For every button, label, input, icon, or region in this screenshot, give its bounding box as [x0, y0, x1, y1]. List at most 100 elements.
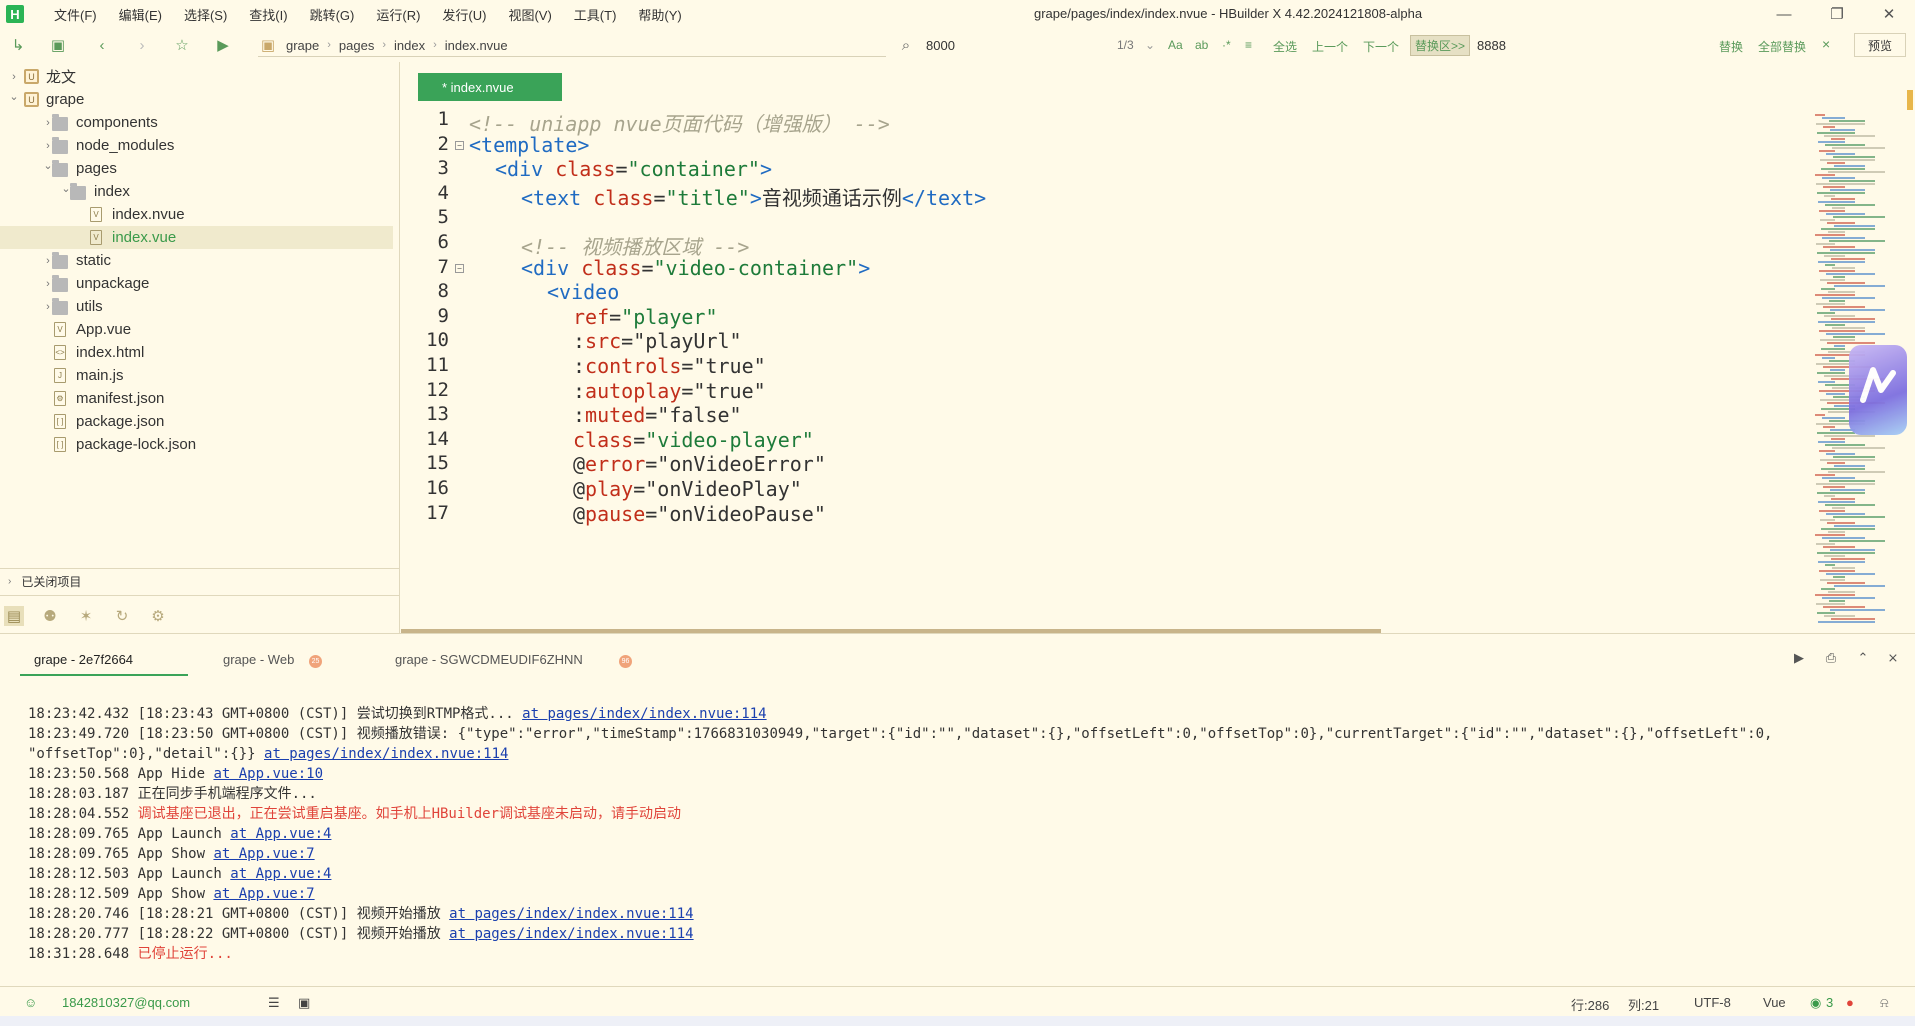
tree-item[interactable]: ⌄ pages [0, 157, 393, 180]
forward-icon[interactable]: › [132, 35, 152, 55]
tree-item[interactable]: › utils [0, 295, 393, 318]
ai-assistant-icon[interactable] [1849, 345, 1907, 435]
menu-item[interactable]: 视图(V) [508, 5, 551, 24]
vertical-scroll-marker[interactable] [1907, 90, 1913, 110]
tree-item[interactable]: › components [0, 111, 393, 134]
log-source-link[interactable]: at App.vue:4 [230, 826, 331, 842]
breadcrumb-item[interactable]: index [394, 38, 425, 53]
export-log-icon[interactable]: ⎙ [1821, 648, 1841, 668]
log-source-link[interactable]: at pages/index/index.nvue:114 [264, 746, 508, 762]
tree-item[interactable]: › unpackage [0, 272, 393, 295]
fold-toggle-icon[interactable]: − [455, 140, 464, 150]
minimize-icon[interactable]: — [1772, 2, 1796, 26]
tree-item[interactable]: › static [0, 249, 393, 272]
tree-item[interactable]: Vindex.vue [0, 226, 393, 249]
code-area[interactable]: 1 <!-- uniapp nvue页面代码（增强版） --> 2− <templat… [401, 106, 1801, 631]
find-prev-button[interactable]: 上一个 [1312, 38, 1348, 55]
menu-item[interactable]: 查找(I) [249, 5, 287, 24]
tree-item[interactable]: › node_modules [0, 134, 393, 157]
chevron-down-icon[interactable]: ⌄ [1145, 38, 1155, 52]
menu-item[interactable]: 选择(S) [184, 5, 227, 24]
tree-item[interactable]: Vindex.nvue [0, 203, 393, 226]
plugin-icon[interactable]: ⚙ [148, 606, 168, 626]
console-tab[interactable]: grape - 2e7f2664 [34, 652, 133, 667]
find-next-button[interactable]: 下一个 [1363, 38, 1399, 55]
terminal-icon[interactable]: ▣ [298, 995, 310, 1011]
play-icon[interactable]: ▶ [1789, 648, 1809, 668]
tree-item[interactable]: ⚙ manifest.json [0, 387, 393, 410]
select-all-button[interactable]: 全选 [1273, 38, 1297, 55]
menu-item[interactable]: 运行(R) [376, 5, 420, 24]
bug-icon[interactable]: ✶ [76, 606, 96, 626]
tree-item[interactable]: › U 龙文 [0, 65, 393, 88]
tree-item[interactable]: ⌄ Ugrape [0, 88, 393, 111]
minimap-line [1821, 348, 1845, 350]
log-source-link[interactable]: at App.vue:4 [230, 866, 331, 882]
menu-item[interactable]: 发行(U) [442, 5, 486, 24]
list-icon[interactable]: ≡ [1245, 38, 1252, 52]
match-case-option[interactable]: Aa [1168, 38, 1183, 52]
list-icon[interactable]: ☰ [268, 995, 280, 1011]
console-tab[interactable]: grape - Web [223, 652, 294, 667]
log-source-link[interactable]: at App.vue:7 [213, 846, 314, 862]
tree-item[interactable]: ⌄ index [0, 180, 393, 203]
menu-item[interactable]: 文件(F) [54, 5, 97, 24]
assistant-glyph-icon [1860, 367, 1896, 403]
save-icon[interactable]: ▣ [48, 35, 68, 55]
code-line[interactable]: 17 @pause="onVideoPause" [401, 502, 1801, 532]
run-icon[interactable]: ▶ [213, 35, 233, 55]
tree-item[interactable]: <> index.html [0, 341, 393, 364]
encoding-indicator[interactable]: UTF-8 [1694, 995, 1731, 1010]
language-indicator[interactable]: Vue [1763, 995, 1786, 1010]
new-file-icon[interactable]: ↳ [8, 35, 28, 55]
notify-count[interactable]: 3 [1826, 995, 1833, 1010]
log-source-link[interactable]: at pages/index/index.nvue:114 [449, 906, 693, 922]
replace-input[interactable] [1477, 34, 1697, 56]
menu-item[interactable]: 编辑(E) [119, 5, 162, 24]
preview-button[interactable]: 预览 [1854, 33, 1906, 57]
breadcrumb-item[interactable]: grape [286, 38, 319, 53]
tree-item[interactable]: [ ] package-lock.json [0, 433, 393, 456]
chevron-right-icon[interactable]: › [8, 71, 20, 83]
restore-icon[interactable]: ❐ [1825, 2, 1849, 26]
tree-item[interactable]: Jmain.js [0, 364, 393, 387]
breadcrumb-item[interactable]: index.nvue [445, 38, 508, 53]
close-icon[interactable]: ✕ [1877, 2, 1901, 26]
tree-item[interactable]: [ ] package.json [0, 410, 393, 433]
closed-projects-section[interactable]: › 已关闭项目 [0, 568, 400, 594]
log-source-link[interactable]: at pages/index/index.nvue:114 [449, 926, 693, 942]
breadcrumb-item[interactable]: pages [339, 38, 374, 53]
alert-icon[interactable]: ● [1846, 995, 1854, 1010]
star-icon[interactable]: ☆ [172, 35, 192, 55]
menu-item[interactable]: 工具(T) [574, 5, 617, 24]
tree-item[interactable]: V App.vue [0, 318, 393, 341]
user-icon[interactable]: ☺ [24, 995, 37, 1010]
log-source-link[interactable]: at App.vue:10 [213, 766, 323, 782]
folder-view-icon[interactable]: ▤ [4, 606, 24, 626]
line-number: 16 [426, 477, 449, 499]
maximize-panel-icon[interactable]: ⌃ [1853, 648, 1873, 668]
fold-toggle-icon[interactable]: − [455, 263, 464, 273]
clear-console-icon[interactable]: ⨯ [1883, 648, 1903, 668]
find-input[interactable] [926, 34, 1106, 56]
notify-icon[interactable]: ◉ [1810, 995, 1821, 1011]
refresh-icon[interactable]: ↻ [112, 606, 132, 626]
log-source-link[interactable]: at pages/index/index.nvue:114 [522, 706, 766, 722]
back-icon[interactable]: ‹ [92, 35, 112, 55]
tab-index-nvue[interactable]: * index.nvue [418, 73, 562, 101]
binoculars-icon[interactable]: ⚉ [40, 606, 60, 626]
log-line: 18:28:20.777 [18:28:22 GMT+0800 (CST)] 视… [28, 924, 1908, 944]
replace-all-button[interactable]: 全部替换 [1758, 38, 1806, 55]
console-tab[interactable]: grape - SGWCDMEUDIF6ZHNN [395, 652, 583, 667]
menu-item[interactable]: 跳转(G) [310, 5, 355, 24]
menu-item[interactable]: 帮助(Y) [638, 5, 681, 24]
whole-word-option[interactable]: ab [1195, 38, 1208, 52]
replace-toggle-button[interactable]: 替换区>> [1410, 35, 1471, 56]
user-email[interactable]: 1842810327@qq.com [62, 995, 190, 1010]
regex-option[interactable]: ·* [1222, 38, 1231, 52]
chevron-down-icon[interactable]: ⌄ [8, 90, 20, 103]
replace-button[interactable]: 替换 [1719, 38, 1743, 55]
find-close-icon[interactable]: × [1822, 36, 1830, 52]
bell-icon[interactable]: ⍾ [1880, 995, 1889, 1011]
log-source-link[interactable]: at App.vue:7 [213, 886, 314, 902]
